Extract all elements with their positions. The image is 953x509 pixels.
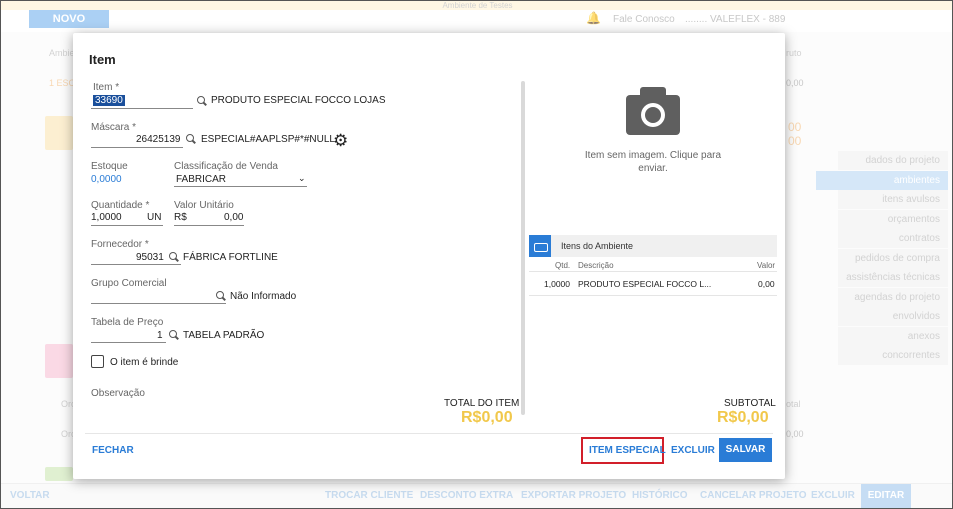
quantidade-unit: UN (147, 212, 162, 223)
valor-unitario-field[interactable]: 0,00 (224, 212, 243, 223)
fornecedor-underline (91, 264, 181, 265)
mascara-underline (91, 147, 183, 148)
table-header-divider (529, 271, 777, 272)
item-label: Item * (93, 82, 120, 93)
itens-ambiente-header: Itens do Ambiente (529, 235, 777, 257)
th-qtd: Qtd. (555, 261, 571, 270)
fornecedor-search-icon[interactable] (169, 252, 179, 262)
fornecedor-label: Fornecedor * (91, 239, 149, 250)
estoque-label: Estoque (91, 161, 128, 172)
observacao-label: Observação (91, 388, 145, 399)
grupo-comercial-underline (91, 303, 226, 304)
mascara-value: ESPECIAL#AAPLSP#*#NULL (201, 134, 335, 145)
table-row-divider (529, 295, 777, 296)
quantidade-field[interactable]: 1,0000 (91, 212, 122, 223)
chevron-down-icon[interactable]: ⌄ (298, 173, 306, 184)
tabela-preco-label: Tabela de Preço (91, 317, 164, 328)
fornecedor-name: FÁBRICA FORTLINE (183, 252, 278, 263)
tabela-search-icon[interactable] (169, 330, 179, 340)
item-search-icon[interactable] (197, 96, 207, 106)
tabela-preco-code-field[interactable]: 1 (157, 330, 163, 341)
quantidade-underline (91, 225, 163, 226)
valor-currency: R$ (174, 212, 187, 223)
th-descricao: Descrição (578, 261, 614, 270)
total-item-value: R$0,00 (461, 409, 513, 426)
valor-unitario-label: Valor Unitário (174, 200, 234, 211)
subtotal-label: SUBTOTAL (724, 398, 776, 409)
classificacao-label: Classificação de Venda (174, 161, 278, 172)
brinde-checkbox[interactable] (91, 355, 104, 368)
grupo-search-icon[interactable] (216, 291, 226, 301)
form-scrollbar[interactable] (521, 81, 525, 415)
brinde-label: O item é brinde (110, 357, 179, 368)
classificacao-select[interactable]: FABRICAR (176, 174, 226, 185)
tabela-preco-underline (91, 342, 166, 343)
item-especial-button[interactable]: ITEM ESPECIAL (589, 445, 666, 456)
camera-icon[interactable] (626, 87, 680, 135)
mascara-search-icon[interactable] (186, 134, 196, 144)
sofa-icon (529, 235, 551, 257)
item-code-underline (91, 108, 193, 109)
grupo-comercial-label: Grupo Comercial (91, 278, 167, 289)
subtotal-value: R$0,00 (717, 409, 769, 426)
tabela-preco-name: TABELA PADRÃO (183, 330, 265, 341)
fornecedor-code-field[interactable]: 95031 (136, 252, 164, 263)
grupo-comercial-value: Não Informado (230, 291, 297, 302)
row-descricao[interactable]: PRODUTO ESPECIAL FOCCO L... (578, 279, 711, 289)
estoque-value-link[interactable]: 0,0000 (91, 174, 122, 185)
row-qtd: 1,0000 (544, 279, 570, 289)
gear-icon[interactable]: ⚙ (333, 132, 348, 149)
th-valor: Valor (757, 261, 776, 270)
fechar-button[interactable]: FECHAR (92, 445, 134, 456)
quantidade-label: Quantidade * (91, 200, 150, 211)
excluir-button[interactable]: EXCLUIR (671, 445, 715, 456)
dialog-footer-divider (85, 433, 773, 434)
no-image-text[interactable]: Item sem imagem. Clique para enviar. (578, 149, 728, 175)
dialog-title: Item (89, 52, 116, 67)
mascara-code-field[interactable]: 26425139 (136, 134, 181, 145)
valor-unitario-underline (174, 225, 244, 226)
row-valor: 0,00 (758, 279, 775, 289)
itens-ambiente-title: Itens do Ambiente (561, 241, 634, 251)
app-frame: Ambiente de Testes NOVO 🔔 Fale Conosco .… (0, 0, 953, 509)
item-code-field[interactable]: 33690 (93, 95, 125, 106)
classificacao-underline (174, 186, 307, 187)
salvar-button[interactable]: SALVAR (719, 438, 772, 462)
item-name: PRODUTO ESPECIAL FOCCO LOJAS (211, 95, 386, 106)
mascara-label: Máscara * (91, 122, 137, 133)
item-dialog: Item Item * 33690 PRODUTO ESPECIAL FOCCO… (73, 33, 785, 479)
total-item-label: TOTAL DO ITEM (444, 398, 520, 409)
